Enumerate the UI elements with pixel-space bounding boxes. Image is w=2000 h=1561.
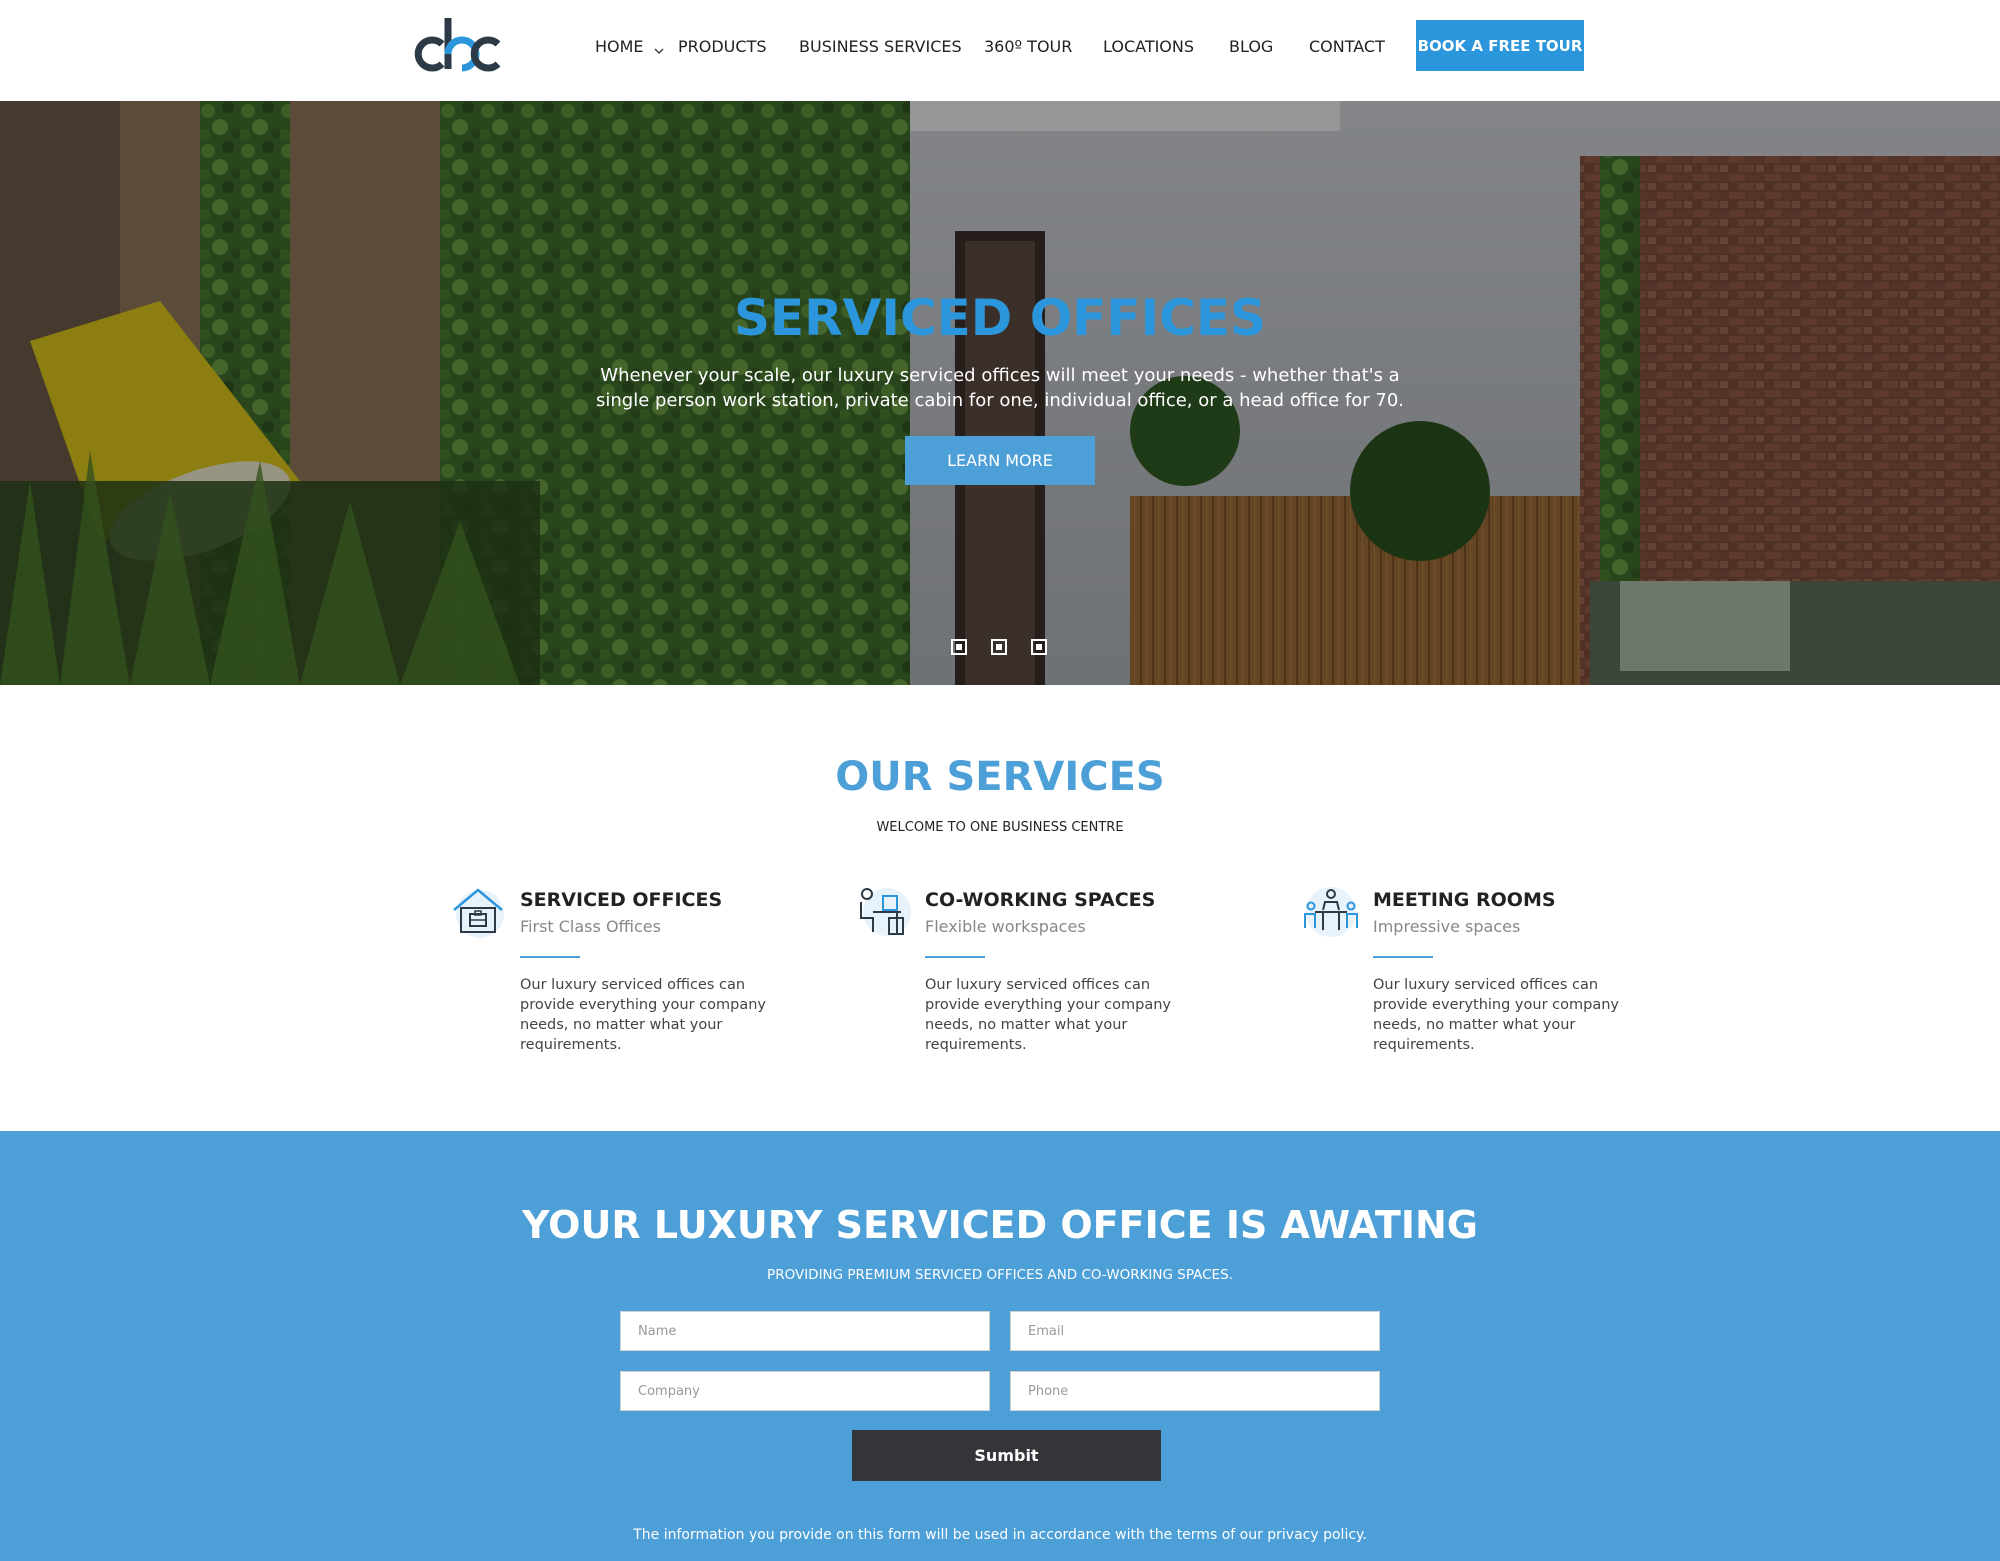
service-description: Our luxury serviced offices can provide … xyxy=(1373,977,1619,1053)
company-field[interactable] xyxy=(620,1371,990,1411)
service-description: Our luxury serviced offices can provide … xyxy=(520,977,766,1053)
nav-360-tour[interactable]: 360º TOUR xyxy=(984,37,1072,56)
site-header: HOME PRODUCTS BUSINESS SERVICES 360º TOU… xyxy=(0,0,2000,101)
learn-more-button[interactable]: LEARN MORE xyxy=(905,436,1095,485)
email-field[interactable] xyxy=(1010,1311,1380,1351)
hero-slider: SERVICED OFFICES Whenever your scale, ou… xyxy=(0,101,2000,685)
service-card-serviced-offices: SERVICED OFFICES First Class Offices Our… xyxy=(448,884,828,1064)
contact-title: YOUR LUXURY SERVICED OFFICE IS AWATING xyxy=(522,1203,1478,1247)
privacy-notice: The information you provide on this form… xyxy=(633,1527,1367,1543)
chevron-down-icon[interactable] xyxy=(654,41,664,54)
service-divider xyxy=(1373,956,1433,958)
slide-dot-1[interactable] xyxy=(951,639,967,655)
service-title: CO-WORKING SPACES xyxy=(925,889,1156,911)
slider-pagination xyxy=(951,639,1051,655)
contact-section: YOUR LUXURY SERVICED OFFICE IS AWATING P… xyxy=(0,1131,2000,1561)
service-subtitle: Flexible workspaces xyxy=(925,917,1086,936)
desk-worker-icon xyxy=(853,884,913,940)
cbc-logo[interactable] xyxy=(412,14,504,76)
service-divider xyxy=(520,956,580,958)
service-description: Our luxury serviced offices can provide … xyxy=(925,977,1171,1053)
services-subtitle: WELCOME TO ONE BUSINESS CENTRE xyxy=(876,820,1124,835)
slide-dot-2[interactable] xyxy=(991,639,1007,655)
nav-blog[interactable]: BLOG xyxy=(1229,37,1273,56)
nav-home-label: HOME xyxy=(595,36,644,56)
office-building-icon xyxy=(448,884,508,940)
service-subtitle: First Class Offices xyxy=(520,917,661,936)
service-subtitle: Impressive spaces xyxy=(1373,917,1521,936)
nav-home[interactable]: HOME xyxy=(595,37,664,56)
book-free-tour-button[interactable]: BOOK A FREE TOUR xyxy=(1416,20,1584,71)
nav-business-services[interactable]: BUSINESS SERVICES xyxy=(799,37,962,56)
hero-description: Whenever your scale, our luxury serviced… xyxy=(595,365,1404,411)
name-field[interactable] xyxy=(620,1311,990,1351)
hero-title: SERVICED OFFICES xyxy=(733,289,1266,347)
service-title: MEETING ROOMS xyxy=(1373,889,1556,911)
contact-subtitle: PROVIDING PREMIUM SERVICED OFFICES AND C… xyxy=(767,1267,1233,1283)
phone-field[interactable] xyxy=(1010,1371,1380,1411)
service-divider xyxy=(925,956,985,958)
service-title: SERVICED OFFICES xyxy=(520,889,723,911)
nav-contact[interactable]: CONTACT xyxy=(1309,37,1385,56)
service-card-meeting-rooms: MEETING ROOMS Impressive spaces Our luxu… xyxy=(1301,884,1681,1064)
service-card-co-working: CO-WORKING SPACES Flexible workspaces Ou… xyxy=(853,884,1233,1064)
services-title: OUR SERVICES xyxy=(835,754,1165,800)
submit-button[interactable]: Sumbit xyxy=(852,1430,1161,1481)
nav-products[interactable]: PRODUCTS xyxy=(678,37,767,56)
meeting-icon xyxy=(1301,884,1361,940)
slide-dot-3[interactable] xyxy=(1031,639,1047,655)
nav-locations[interactable]: LOCATIONS xyxy=(1103,37,1194,56)
